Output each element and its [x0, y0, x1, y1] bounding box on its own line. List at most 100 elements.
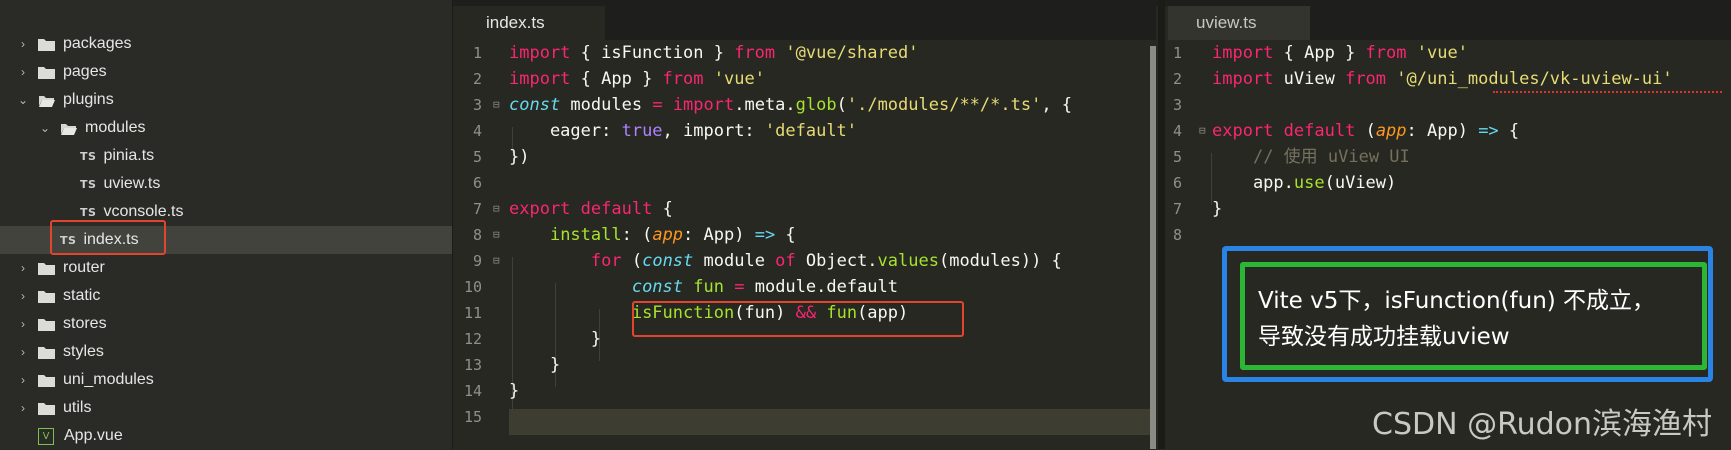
code-editor-uview-ts[interactable]: import { App } from 'vue' import uView f…	[1166, 40, 1731, 449]
code-editor-index-ts[interactable]: import { isFunction } from '@vue/shared'…	[453, 40, 1156, 449]
tree-item-pages[interactable]: › pages	[0, 58, 452, 86]
tree-item-label: uview.ts	[103, 175, 161, 192]
highlight-box-index-ts	[50, 220, 166, 255]
code-line-5: // 使用 uView UI	[1252, 147, 1410, 167]
chevron-right-icon[interactable]: ›	[16, 345, 30, 359]
line-number: 13	[463, 356, 482, 374]
chevron-right-icon[interactable]: ›	[16, 401, 30, 415]
line-number: 6	[1172, 174, 1182, 192]
highlight-box-isfunction-call	[632, 301, 964, 337]
folder-icon	[38, 38, 55, 51]
line-number: 12	[463, 330, 482, 348]
line-number: 11	[463, 304, 482, 322]
tree-item-label: pinia.ts	[103, 147, 155, 164]
line-number: 8	[472, 226, 482, 244]
fold-marker-icon[interactable]: ⊟	[493, 248, 500, 274]
tree-item-label: static	[63, 287, 101, 304]
line-number: 14	[463, 382, 482, 400]
tree-item-label: modules	[85, 119, 146, 136]
chevron-right-icon[interactable]: ›	[16, 261, 30, 275]
tree-item-label: uni_modules	[63, 371, 154, 388]
code-line-6: app.use(uView)	[1212, 173, 1397, 193]
code-line-1: import { isFunction } from '@vue/shared'	[509, 43, 919, 63]
tree-item-label: stores	[63, 315, 107, 332]
line-number: 9	[472, 252, 482, 270]
line-number: 3	[472, 96, 482, 114]
line-number: 7	[1172, 200, 1182, 218]
line-number: 4	[1172, 122, 1182, 140]
line-number: 10	[463, 278, 482, 296]
tree-item-stores[interactable]: › stores	[0, 310, 452, 338]
current-line-highlight	[509, 409, 1156, 435]
tab-index-ts[interactable]: index.ts	[453, 6, 605, 40]
folder-icon	[38, 318, 55, 331]
tree-item-utils[interactable]: › utils	[0, 394, 452, 422]
code-line-7: }	[1212, 199, 1223, 219]
typescript-file-icon: TS	[80, 177, 97, 191]
code-line-3: const modules = import.meta.glob('./modu…	[509, 95, 1073, 115]
code-line-4: eager: true, import: 'default'	[509, 121, 858, 141]
code-line-4: export default (app: App) => {	[1212, 121, 1520, 141]
line-number: 1	[1172, 44, 1182, 62]
line-number: 5	[472, 148, 482, 166]
fold-marker-icon[interactable]: ⊟	[1199, 118, 1206, 144]
code-line-10: const fun = module.default	[631, 277, 899, 297]
typescript-file-icon: TS	[80, 149, 97, 163]
line-number: 4	[472, 122, 482, 140]
line-number: 1	[472, 44, 482, 62]
code-line-14: }	[509, 381, 520, 401]
chevron-right-icon[interactable]: ›	[16, 289, 30, 303]
line-number: 6	[472, 174, 482, 192]
chevron-right-icon[interactable]: ›	[16, 65, 30, 79]
tabbar-left: index.ts	[453, 6, 1156, 40]
tree-item-router[interactable]: › router	[0, 254, 452, 282]
tree-item-label: utils	[63, 399, 92, 416]
tree-item-styles[interactable]: › styles	[0, 338, 452, 366]
tree-item-modules[interactable]: ⌄ modules	[0, 114, 452, 142]
folder-open-icon	[38, 94, 55, 107]
annotation-note: Vite v5下，isFunction(fun) 不成立， 导致没有成功挂载uv…	[1258, 283, 1698, 355]
tree-item-plugins[interactable]: ⌄ plugins	[0, 86, 452, 114]
code-line-7: export default {	[509, 199, 673, 219]
line-number: 3	[1172, 96, 1182, 114]
line-number: 5	[1172, 148, 1182, 166]
chevron-right-icon[interactable]: ›	[16, 37, 30, 51]
tree-item-static[interactable]: › static	[0, 282, 452, 310]
line-number: 7	[472, 200, 482, 218]
chevron-down-icon[interactable]: ⌄	[16, 93, 30, 107]
annotation-line-2: 导致没有成功挂载uview	[1258, 324, 1510, 350]
code-line-9: for (const module of Object.values(modul…	[590, 251, 1062, 271]
chevron-down-icon[interactable]: ⌄	[38, 121, 52, 135]
chevron-right-icon[interactable]: ›	[16, 373, 30, 387]
line-number: 2	[1172, 70, 1182, 88]
tree-item-uni-modules[interactable]: › uni_modules	[0, 366, 452, 394]
tree-item-uview-ts[interactable]: TS uview.ts	[0, 170, 452, 198]
tree-item-pinia-ts[interactable]: TS pinia.ts	[0, 142, 452, 170]
tab-label: index.ts	[486, 13, 545, 32]
tree-item-label: App.vue	[64, 427, 123, 444]
tree-item-label: vconsole.ts	[103, 203, 184, 220]
tree-item-packages[interactable]: › packages	[0, 30, 452, 58]
chevron-right-icon[interactable]: ›	[16, 317, 30, 331]
folder-open-icon	[60, 122, 77, 135]
typescript-file-icon: TS	[80, 205, 97, 219]
tree-item-label: plugins	[63, 91, 114, 108]
line-number: 8	[1172, 226, 1182, 244]
folder-icon	[38, 402, 55, 415]
error-squiggle	[1493, 89, 1722, 93]
code-line-2: import { App } from 'vue'	[509, 69, 765, 89]
fold-marker-icon[interactable]: ⊟	[493, 92, 500, 118]
tree-item-app-vue[interactable]: V App.vue	[0, 422, 452, 450]
file-tree-sidebar: › packages › pages ⌄ plugins ⌄ modules TS pinia.t…	[0, 0, 453, 449]
annotation-line-1: Vite v5下，isFunction(fun) 不成立，	[1258, 288, 1656, 314]
tree-item-label: router	[63, 259, 105, 276]
tree-item-label: packages	[63, 35, 132, 52]
fold-marker-icon[interactable]: ⊟	[493, 196, 500, 222]
fold-marker-icon[interactable]: ⊟	[493, 222, 500, 248]
tabbar-right: uview.ts	[1168, 6, 1731, 40]
line-number: 2	[472, 70, 482, 88]
tree-item-label: styles	[63, 343, 104, 360]
folder-icon	[38, 66, 55, 79]
tab-uview-ts[interactable]: uview.ts	[1168, 6, 1310, 40]
tab-label: uview.ts	[1196, 13, 1257, 32]
